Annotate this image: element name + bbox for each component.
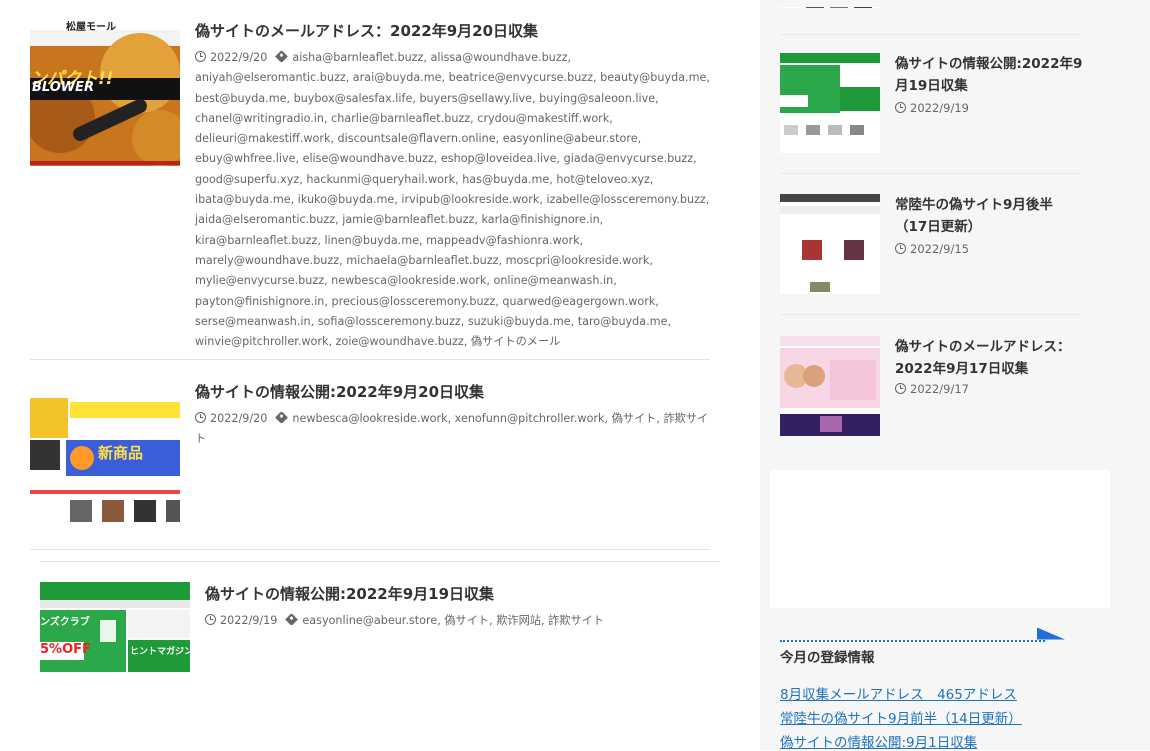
sidebar-divider [780, 34, 1080, 35]
post-title[interactable]: 偽サイトの情報公開:2022年9月20日収集 [195, 381, 484, 403]
post-divider [30, 549, 710, 550]
sidebar-thumbnail [780, 53, 880, 153]
sidebar: 偽サイトの情報公開:2022年9月19日収集 2022/9/19 常陸牛の偽サイ… [760, 0, 1150, 750]
month-link[interactable]: 偽サイトの情報公開:9月1日収集 [780, 731, 977, 751]
clock-icon [895, 243, 906, 254]
post-item: 松屋モール ンパクト!! BLOWER 偽サイトのメールアドレス：2022年9月… [0, 0, 760, 360]
post-tags[interactable]: easyonline@abeur.store, 偽サイト, 欺诈网站, 詐欺サイ… [302, 614, 604, 627]
tag-icon [275, 411, 289, 424]
post-tags[interactable]: newbesca@lookreside.work, xenofunn@pitch… [195, 412, 708, 445]
thumbnail-image [780, 53, 880, 153]
post-date: 2022/9/20 [210, 412, 268, 425]
sidebar-post-title[interactable]: 偽サイトの情報公開:2022年9月19日収集 [895, 53, 1085, 97]
thumb-subtext: BLOWER [32, 80, 95, 95]
post-title[interactable]: 偽サイトのメールアドレス：2022年9月20日収集 [195, 20, 538, 42]
post-meta: 2022/9/19 easyonline@abeur.store, 偽サイト, 欺… [205, 611, 725, 631]
heading-decoration-line [780, 640, 1045, 642]
widget-heading: 今月の登録情報 [780, 650, 875, 666]
thumbnail-image [780, 7, 880, 8]
month-link[interactable]: 8月収集メールアドレス 465アドレス [780, 683, 1017, 703]
thumbnail-image [780, 194, 880, 294]
post-meta: 2022/9/20 newbesca@lookreside.work, xenof… [195, 409, 715, 450]
sidebar-post-item[interactable]: 偽サイトの情報公開:2022年9月19日収集 2022/9/19 [780, 53, 1120, 153]
post-date: 2022/9/19 [220, 614, 278, 627]
thumb-subtext: ヒントマガジン [130, 647, 190, 657]
post-tags[interactable]: aisha@barnleaflet.buzz, alissa@woundhave… [195, 51, 710, 348]
post-thumbnail[interactable]: ンズクラブ 5%OFF ヒントマガジン [40, 582, 190, 690]
post-item: 新商品 偽サイトの情報公開:2022年9月20日収集 2022/9/20 newb… [0, 370, 760, 550]
sidebar-divider [780, 173, 1080, 174]
post-divider [40, 561, 720, 562]
post-thumbnail[interactable]: 松屋モール ンパクト!! BLOWER [30, 18, 180, 168]
tag-icon [285, 613, 299, 626]
thumbnail-image [40, 582, 190, 690]
sidebar-top-thumb [780, 0, 880, 8]
post-date: 2022/9/20 [210, 51, 268, 64]
sidebar-post-item[interactable]: 偽サイトのメールアドレス：2022年9月17日収集 2022/9/17 [780, 336, 1120, 436]
clock-icon [195, 412, 206, 423]
thumb-headline: ンズクラブ [40, 617, 90, 628]
post-divider [30, 359, 710, 360]
clock-icon [895, 102, 906, 113]
post-thumbnail[interactable]: 新商品 [30, 382, 180, 532]
sidebar-thumbnail [780, 336, 880, 436]
ad-widget [770, 470, 1110, 608]
sidebar-post-date: 2022/9/15 [895, 242, 969, 256]
sidebar-post-date: 2022/9/17 [895, 382, 969, 396]
thumb-discount: 5%OFF [40, 642, 91, 657]
thumbnail-image [780, 336, 880, 436]
sidebar-thumbnail [780, 194, 880, 294]
main-content: 松屋モール ンパクト!! BLOWER 偽サイトのメールアドレス：2022年9月… [0, 0, 760, 750]
clock-icon [205, 614, 216, 625]
thumb-headline: 新商品 [98, 444, 144, 462]
tag-icon [275, 50, 289, 63]
sidebar-post-item[interactable]: 常陸牛の偽サイト9月後半（17日更新） 2022/9/15 [780, 194, 1120, 294]
post-title[interactable]: 偽サイトの情報公開:2022年9月19日収集 [205, 583, 494, 605]
sidebar-divider [780, 314, 1080, 315]
sidebar-post-title[interactable]: 常陸牛の偽サイト9月後半（17日更新） [895, 194, 1085, 238]
month-link[interactable]: 常陸牛の偽サイト9月前半（14日更新） [780, 707, 1022, 727]
clock-icon [195, 51, 206, 62]
clock-icon [895, 383, 906, 394]
sidebar-post-title[interactable]: 偽サイトのメールアドレス：2022年9月17日収集 [895, 336, 1085, 380]
sidebar-post-date: 2022/9/19 [895, 101, 969, 115]
thumb-shop-name: 松屋モール [66, 22, 116, 33]
post-item: ンズクラブ 5%OFF ヒントマガジン 偽サイトの情報公開:2022年9月19日… [0, 570, 760, 750]
post-meta: 2022/9/20 aisha@barnleaflet.buzz, alissa@… [195, 48, 715, 352]
